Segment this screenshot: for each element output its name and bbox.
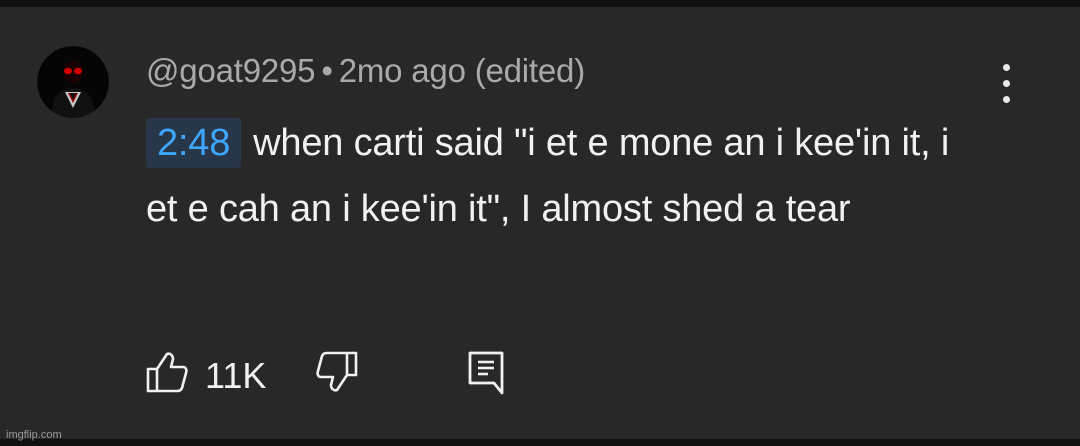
thumb-down-icon[interactable] [316, 350, 358, 394]
thumb-up-icon[interactable] [146, 350, 188, 394]
avatar[interactable] [37, 46, 109, 118]
imgflip-watermark: imgflip.com [6, 429, 62, 441]
comment-time: 2mo ago (edited) [338, 52, 585, 89]
comment-actions: 11K [0, 347, 1080, 397]
more-vert-icon[interactable] [994, 62, 1020, 106]
reply-comment-icon[interactable] [466, 349, 508, 397]
like-count: 11K [205, 355, 267, 396]
author-name[interactable]: @goat9295 [146, 52, 316, 89]
comment-text: 2:48 when carti said "i et e mone an i ke… [146, 110, 976, 242]
comment-body: when carti said "i et e mone an i kee'in… [146, 122, 950, 230]
comment-card: @goat9295 • 2mo ago (edited) 2:48 when cart… [0, 7, 1080, 439]
separator-dot: • [321, 52, 333, 89]
timestamp-link[interactable]: 2:48 [146, 118, 242, 168]
comment-header: @goat9295 • 2mo ago (edited) [146, 52, 585, 90]
